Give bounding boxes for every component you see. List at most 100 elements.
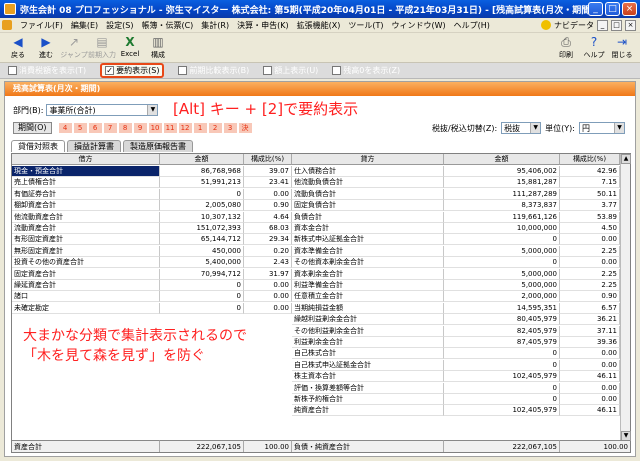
prev-compare-checkbox[interactable] [178, 66, 188, 75]
asset-row-amount[interactable]: 0 [160, 302, 244, 314]
liability-row-name[interactable]: 新株予約権合計 [292, 394, 444, 405]
month-6[interactable]: 6 [87, 122, 103, 134]
tab-income-statement[interactable]: 損益計算書 [67, 140, 121, 152]
show-upper-checkbox[interactable] [263, 66, 273, 75]
liability-row-ratio[interactable]: 0.90 [560, 291, 620, 303]
menu-settings[interactable]: 設定(S) [102, 20, 137, 31]
menu-file[interactable]: ファイル(F) [16, 20, 67, 31]
back-button[interactable]: ◀ 戻る [4, 35, 32, 60]
forward-button[interactable]: ▶ 進む [32, 35, 60, 60]
asset-row-name[interactable]: 現金・預金合計 [12, 166, 160, 177]
summary-display-option[interactable]: ✓ 要約表示(S) [100, 63, 165, 78]
asset-row-ratio[interactable]: 39.07 [244, 166, 292, 177]
document-icon[interactable] [2, 20, 12, 30]
liability-row-amount[interactable]: 102,405,979 [444, 371, 560, 383]
liability-row-name[interactable]: 利益準備金合計 [292, 280, 444, 291]
month-2[interactable]: 2 [207, 122, 223, 134]
liability-row-amount[interactable]: 102,405,979 [444, 405, 560, 417]
liability-row-name[interactable]: 繰越利益剰余金合計 [292, 314, 444, 326]
tax-display-checkbox[interactable] [8, 66, 17, 75]
liability-row-ratio[interactable]: 50.11 [560, 188, 620, 200]
menu-aggregate[interactable]: 集計(R) [197, 20, 233, 31]
asset-row-name[interactable]: 有価証券合計 [12, 188, 160, 200]
asset-row-ratio[interactable]: 4.64 [244, 211, 292, 223]
liability-row-amount[interactable]: 15,881,287 [444, 177, 560, 189]
asset-row-name[interactable]: 投資その他の資産合計 [12, 257, 160, 269]
asset-row-ratio[interactable]: 0.00 [244, 302, 292, 314]
liability-row-name[interactable]: 他流動負債合計 [292, 177, 444, 189]
liability-row-amount[interactable]: 5,000,000 [444, 268, 560, 280]
liability-row-ratio[interactable]: 46.11 [560, 371, 620, 383]
liability-row-amount[interactable]: 95,406,002 [444, 166, 560, 177]
show-upper-option[interactable]: 額上表示(U) [263, 65, 318, 76]
asset-row-ratio[interactable]: 68.03 [244, 223, 292, 234]
liability-row-name[interactable]: 当期純損益金額 [292, 302, 444, 314]
maximize-button[interactable]: □ [605, 2, 620, 16]
asset-row-amount[interactable]: 0 [160, 280, 244, 291]
asset-row-ratio[interactable]: 29.34 [244, 234, 292, 246]
month-9[interactable]: 9 [132, 122, 148, 134]
asset-row-ratio[interactable]: 0.00 [244, 291, 292, 303]
unit-select[interactable]: 円 ▼ [579, 122, 625, 134]
asset-row-amount[interactable]: 5,400,000 [160, 257, 244, 269]
print-button[interactable]: ⎙ 印刷 [552, 35, 580, 60]
config-button[interactable]: ▥ 構成 [144, 35, 172, 60]
jump-button[interactable]: ↗ ジャンプ [60, 35, 88, 60]
liability-row-ratio[interactable]: 2.25 [560, 280, 620, 291]
liability-row-ratio[interactable]: 2.25 [560, 245, 620, 257]
liability-row-amount[interactable]: 111,287,289 [444, 188, 560, 200]
liability-row-ratio[interactable]: 46.11 [560, 405, 620, 417]
navi-data-label[interactable]: ナビデータ [554, 20, 594, 31]
liability-row-ratio[interactable]: 42.96 [560, 166, 620, 177]
liability-row-ratio[interactable]: 37.11 [560, 325, 620, 337]
asset-row-name[interactable]: 流動資産合計 [12, 223, 160, 234]
month-7[interactable]: 7 [102, 122, 118, 134]
liability-row-amount[interactable]: 0 [444, 359, 560, 371]
close-window-button[interactable]: ⇥ 閉じる [608, 35, 636, 60]
menu-help[interactable]: ヘルプ(H) [450, 20, 494, 31]
month-1[interactable]: 1 [192, 122, 208, 134]
liability-row-ratio[interactable]: 39.36 [560, 337, 620, 348]
asset-row-ratio[interactable]: 0.20 [244, 245, 292, 257]
liability-row-name[interactable]: 評価・換算差額等合計 [292, 382, 444, 394]
scroll-up-icon[interactable]: ▲ [621, 154, 631, 164]
asset-row-amount[interactable]: 450,000 [160, 245, 244, 257]
liability-row-amount[interactable]: 0 [444, 382, 560, 394]
asset-row-name[interactable]: 繰延資産合計 [12, 280, 160, 291]
asset-row-amount[interactable]: 10,307,132 [160, 211, 244, 223]
tab-balance-sheet[interactable]: 貸借対照表 [11, 140, 65, 152]
liability-row-amount[interactable]: 5,000,000 [444, 280, 560, 291]
liability-row-ratio[interactable]: 0.00 [560, 234, 620, 246]
excel-button[interactable]: X Excel [116, 35, 144, 58]
asset-row-amount[interactable]: 70,994,712 [160, 268, 244, 280]
month-8[interactable]: 8 [117, 122, 133, 134]
asset-row-name[interactable]: 無形固定資産計 [12, 245, 160, 257]
asset-row-ratio[interactable]: 2.43 [244, 257, 292, 269]
liability-row-name[interactable]: 負債合計 [292, 211, 444, 223]
prev-compare-option[interactable]: 前期比較表示(B) [178, 65, 249, 76]
asset-row-name[interactable]: 他流動資産合計 [12, 211, 160, 223]
menu-edit[interactable]: 編集(E) [67, 20, 102, 31]
month-11[interactable]: 11 [162, 122, 178, 134]
liability-row-name[interactable]: その他資本剰余金合計 [292, 257, 444, 269]
liability-row-amount[interactable]: 0 [444, 257, 560, 269]
menu-extensions[interactable]: 拡張機能(X) [293, 20, 345, 31]
liability-row-ratio[interactable]: 53.89 [560, 211, 620, 223]
liability-row-amount[interactable]: 0 [444, 394, 560, 405]
dept-select[interactable]: 事業所(合計) ▼ [46, 104, 159, 116]
liability-row-ratio[interactable]: 0.00 [560, 382, 620, 394]
show-zero-option[interactable]: 残高0を表示(Z) [332, 65, 400, 76]
month-3[interactable]: 3 [222, 122, 238, 134]
tab-manufacturing-cost[interactable]: 製造原価報告書 [123, 140, 193, 152]
liability-row-name[interactable]: 仕入債務合計 [292, 166, 444, 177]
asset-row-ratio[interactable]: 0.90 [244, 200, 292, 212]
liability-row-amount[interactable]: 80,405,979 [444, 314, 560, 326]
liability-row-name[interactable]: 資本剰余金合計 [292, 268, 444, 280]
mdi-restore-button[interactable]: □ [611, 19, 622, 31]
liability-row-name[interactable]: 純資産合計 [292, 405, 444, 417]
asset-row-amount[interactable]: 0 [160, 188, 244, 200]
liability-row-ratio[interactable]: 4.50 [560, 223, 620, 234]
liability-row-amount[interactable]: 2,000,000 [444, 291, 560, 303]
asset-row-amount[interactable]: 151,072,393 [160, 223, 244, 234]
liability-row-name[interactable]: 自己株式合計 [292, 348, 444, 360]
